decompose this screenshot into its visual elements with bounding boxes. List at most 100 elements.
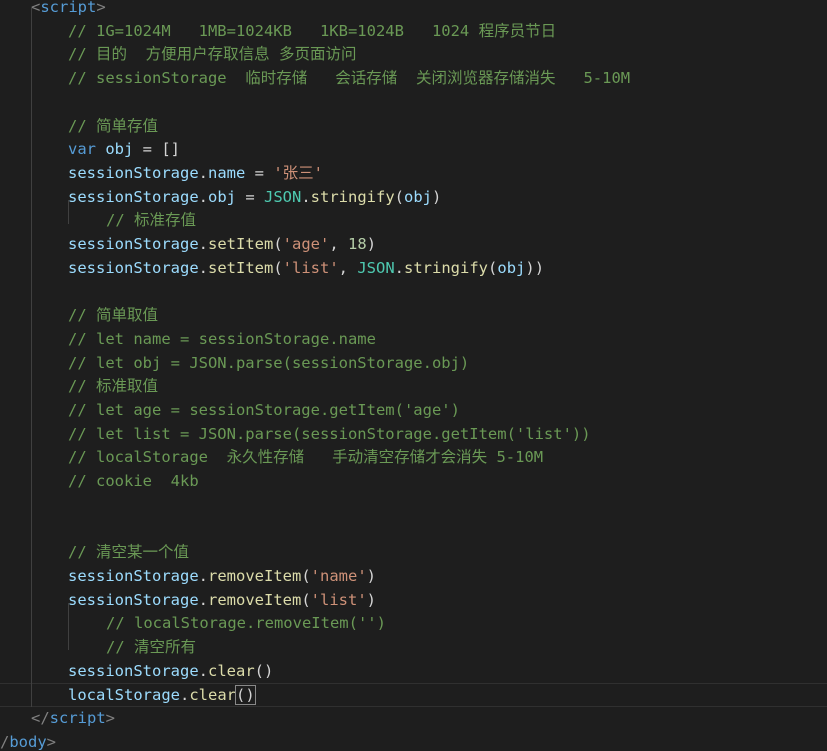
code-token: ( xyxy=(394,187,405,206)
code-token: obj xyxy=(208,187,236,206)
code-token: 18 xyxy=(348,235,367,253)
code-token: . xyxy=(394,258,405,277)
code-token: 'list' xyxy=(282,258,339,277)
code-line[interactable] xyxy=(0,494,827,518)
code-token: // 目的 方便用户存取信息 多页面访问 xyxy=(68,45,357,64)
code-token: 'list' xyxy=(310,590,367,609)
code-line-content: // 简单存值 xyxy=(68,115,158,139)
code-line-content: sessionStorage.removeItem('list') xyxy=(68,589,376,613)
code-token: // 标准存值 xyxy=(106,211,196,230)
code-token: ( xyxy=(488,258,498,277)
code-line[interactable] xyxy=(0,91,827,115)
code-line[interactable]: // 简单取值 xyxy=(0,304,827,328)
code-token: , xyxy=(338,258,358,277)
code-line[interactable]: // 标准取值 xyxy=(0,375,827,399)
code-token: > xyxy=(96,0,106,16)
code-line[interactable]: /body> xyxy=(0,731,827,751)
code-token: 'name' xyxy=(310,566,367,585)
code-line[interactable]: // let name = sessionStorage.name xyxy=(0,328,827,352)
code-line[interactable]: // 1G=1024M 1MB=1024KB 1KB=1024B 1024 程序… xyxy=(0,20,827,44)
matched-brackets: () xyxy=(235,685,256,706)
code-line[interactable]: sessionStorage.obj = JSON.stringify(obj) xyxy=(0,186,827,210)
code-line[interactable]: sessionStorage.setItem('age', 18) xyxy=(0,233,827,257)
code-line-content: localStorage.clear() xyxy=(68,684,256,708)
code-token: > xyxy=(105,709,116,727)
code-line[interactable]: sessionStorage.name = '张三' xyxy=(0,162,827,186)
code-token: . xyxy=(198,163,208,182)
text-caret xyxy=(254,686,256,705)
code-line[interactable]: localStorage.clear() xyxy=(0,683,827,707)
code-line[interactable] xyxy=(0,517,827,541)
code-token: = xyxy=(245,163,274,182)
code-line-content: // localStorage 永久性存储 手动清空存储才会消失 5-10M xyxy=(68,446,543,470)
code-line[interactable]: // 清空某一个值 xyxy=(0,541,827,565)
code-token: > xyxy=(46,732,57,751)
code-token: . xyxy=(198,258,208,277)
code-token: ) xyxy=(366,566,377,585)
code-token: setItem xyxy=(208,258,274,277)
code-line-content: // 目的 方便用户存取信息 多页面访问 xyxy=(68,43,357,67)
code-line-content: // sessionStorage 临时存储 会话存储 关闭浏览器存储消失 5-… xyxy=(68,67,630,91)
code-token: JSON xyxy=(264,187,302,206)
code-line-content: // let name = sessionStorage.name xyxy=(68,328,376,352)
code-line[interactable]: // cookie 4kb xyxy=(0,470,827,494)
code-token: sessionStorage xyxy=(68,258,199,277)
code-line[interactable]: // 标准存值 xyxy=(0,209,827,233)
code-line-content: // 清空所有 xyxy=(106,636,196,660)
code-line-content: // let obj = JSON.parse(sessionStorage.o… xyxy=(68,352,469,376)
code-line-content: sessionStorage.removeItem('name') xyxy=(68,565,376,589)
code-token: stringify xyxy=(404,258,489,277)
code-token: // cookie 4kb xyxy=(68,472,199,490)
code-line[interactable]: sessionStorage.clear() xyxy=(0,660,827,684)
code-line-content: // localStorage.removeItem('') xyxy=(106,612,386,636)
code-line[interactable]: // 目的 方便用户存取信息 多页面访问 xyxy=(0,43,827,67)
code-token: ( xyxy=(273,235,283,253)
code-token: JSON xyxy=(357,258,395,277)
code-token: sessionStorage xyxy=(68,235,199,253)
code-line[interactable]: sessionStorage.removeItem('list') xyxy=(0,589,827,613)
code-line[interactable]: // localStorage 永久性存储 手动清空存储才会消失 5-10M xyxy=(0,446,827,470)
indent-guide xyxy=(68,602,69,651)
code-token: var xyxy=(68,140,96,159)
code-line[interactable]: </script> xyxy=(0,707,827,731)
code-line[interactable] xyxy=(0,280,827,304)
code-token: name xyxy=(208,163,246,182)
code-token: ( xyxy=(273,258,283,277)
code-line[interactable]: // let obj = JSON.parse(sessionStorage.o… xyxy=(0,352,827,376)
code-line[interactable]: sessionStorage.setItem('list', JSON.stri… xyxy=(0,257,827,281)
code-token: localStorage xyxy=(68,686,180,705)
code-token: . xyxy=(198,661,208,680)
code-token: obj xyxy=(497,258,526,277)
code-token: ( xyxy=(301,566,311,585)
code-line-content: // 简单取值 xyxy=(68,304,158,328)
code-line[interactable]: // sessionStorage 临时存储 会话存储 关闭浏览器存储消失 5-… xyxy=(0,67,827,91)
code-line[interactable]: // 清空所有 xyxy=(0,636,827,660)
code-token: // 简单取值 xyxy=(68,306,158,325)
code-line[interactable]: <script> xyxy=(0,0,827,20)
code-token: = xyxy=(236,187,264,206)
code-token: )) xyxy=(525,258,545,277)
code-line[interactable]: // localStorage.removeItem('') xyxy=(0,612,827,636)
code-line-content: <script> xyxy=(31,0,106,20)
code-line-content: // 标准取值 xyxy=(68,375,158,399)
code-token: sessionStorage xyxy=(68,661,199,680)
code-token: // 简单存值 xyxy=(68,116,158,135)
code-line[interactable]: // 简单存值 xyxy=(0,115,827,139)
code-line-content: // cookie 4kb xyxy=(68,470,199,494)
code-token: sessionStorage xyxy=(68,590,199,609)
code-token: ) xyxy=(366,235,377,253)
code-line[interactable]: // let list = JSON.parse(sessionStorage.… xyxy=(0,423,827,447)
code-token: '张三' xyxy=(273,163,323,182)
code-editor[interactable]: <script>// 1G=1024M 1MB=1024KB 1KB=1024B… xyxy=(0,0,827,751)
indent-guide xyxy=(31,7,32,707)
code-token: . xyxy=(198,590,208,609)
code-line[interactable]: var obj = [] xyxy=(0,138,827,162)
code-token: . xyxy=(301,187,311,206)
code-line-content: // 清空某一个值 xyxy=(68,541,189,565)
code-line[interactable]: sessionStorage.removeItem('name') xyxy=(0,565,827,589)
code-line[interactable]: // let age = sessionStorage.getItem('age… xyxy=(0,399,827,423)
code-token: . xyxy=(198,566,208,585)
code-line-content: // 1G=1024M 1MB=1024KB 1KB=1024B 1024 程序… xyxy=(68,20,556,44)
code-token: . xyxy=(198,235,208,253)
